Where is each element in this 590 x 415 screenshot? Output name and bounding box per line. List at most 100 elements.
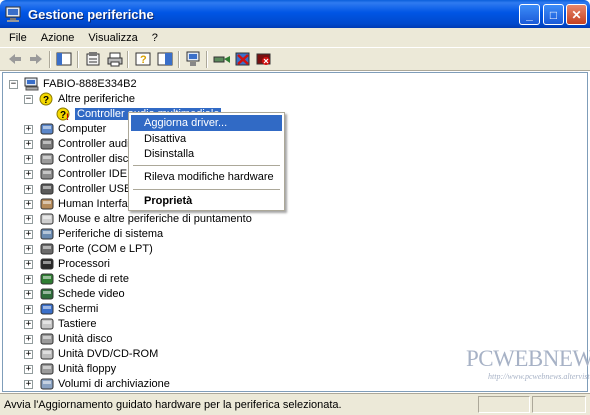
tree-item-category[interactable]: Mouse e altre periferiche di puntamento [39,211,252,226]
unknown-device-icon: ? [39,92,55,106]
tree-root-label: FABIO-888E334B2 [43,77,137,90]
menu-uninstall[interactable]: Disinstalla [131,146,282,162]
toolbar-separator [127,51,129,68]
other-devices-expander[interactable]: − [24,95,33,104]
disk-drive-icon [39,332,55,346]
tree-item-category[interactable]: Computer [39,121,106,136]
menu-update-driver[interactable]: Aggiorna driver... [131,115,282,131]
disable-icon[interactable] [255,51,273,67]
category-expander[interactable]: + [24,155,33,164]
tree-item-category[interactable]: Schede video [39,286,125,301]
video-card-icon [39,287,55,301]
context-menu: Aggiorna driver... Disattiva Disinstalla… [128,112,285,211]
tree-item-category[interactable]: Schermi [39,301,98,316]
properties-icon[interactable] [84,51,102,67]
device-tree[interactable]: − FABIO-888E334B2 − ? Altre periferiche … [2,72,588,392]
minimize-button[interactable]: _ [519,4,540,25]
system-devices-icon [39,227,55,241]
menu-properties[interactable]: Proprietà [131,193,282,209]
category-expander[interactable]: + [24,260,33,269]
toolbar-separator [178,51,180,68]
monitor-icon [39,302,55,316]
category-expander[interactable]: + [24,215,33,224]
tree-item-other-devices[interactable]: ? Altre periferiche [39,91,135,106]
category-expander[interactable]: + [24,275,33,284]
menu-disable[interactable]: Disattiva [131,131,282,147]
tree-item-label: Schermi [58,302,99,315]
toolbar-separator [77,51,79,68]
tree-item-label: Processori [58,257,110,270]
processor-icon [39,257,55,271]
tree-item-category[interactable]: Unità floppy [39,361,116,376]
tree-item-category[interactable]: Schede di rete [39,271,129,286]
close-button[interactable]: ✕ [566,4,587,25]
category-expander[interactable]: + [24,290,33,299]
scan-hardware-icon[interactable] [184,51,202,67]
floppy-controller-icon [39,152,55,166]
category-expander[interactable]: + [24,170,33,179]
menu-separator [133,189,280,190]
computer-icon [39,122,55,136]
dvd-drive-icon [39,347,55,361]
print-icon[interactable] [106,51,124,67]
keyboard-icon [39,317,55,331]
watermark-title: PCWEBNEWS [466,346,590,371]
tree-item-label: Computer [58,122,107,135]
back-arrow-icon[interactable] [6,51,24,67]
tree-item-category[interactable]: Unità DVD/CD-ROM [39,346,158,361]
category-expander[interactable]: + [24,185,33,194]
menu-file[interactable]: File [0,32,34,44]
tree-item-category[interactable]: Unità disco [39,331,112,346]
ide-controller-icon [39,167,55,181]
tree-item-category[interactable]: Periferiche di sistema [39,226,163,241]
root-expander[interactable]: − [9,80,18,89]
category-expander[interactable]: + [24,245,33,254]
tree-item-label: Periferiche di sistema [58,227,164,240]
toolbar-separator [49,51,51,68]
category-expander[interactable]: + [24,350,33,359]
status-bar: Avvia l'Aggiornamento guidato hardware p… [0,393,590,415]
console-view-icon[interactable] [156,51,174,67]
tree-item-category[interactable]: Volumi di archiviazione [39,376,170,391]
tree-root[interactable]: FABIO-888E334B2 [24,76,137,91]
window-title: Gestione periferiche [28,6,154,22]
ports-icon [39,242,55,256]
category-expander[interactable]: + [24,335,33,344]
category-expander[interactable]: + [24,125,33,134]
menu-visualizza[interactable]: Visualizza [81,32,144,44]
category-expander[interactable]: + [24,365,33,374]
maximize-button[interactable]: □ [543,4,564,25]
tree-item-category[interactable]: Processori [39,256,110,271]
computer-icon [24,77,40,91]
category-expander[interactable]: + [24,230,33,239]
tree-item-category[interactable]: Porte (COM e LPT) [39,241,153,256]
title-bar[interactable]: Gestione periferiche _ □ ✕ [0,0,590,28]
tree-item-category[interactable]: Tastiere [39,316,97,331]
tree-item-label: Altre periferiche [58,92,136,105]
menu-scan-hardware[interactable]: Rileva modifiche hardware [131,169,282,185]
tree-item-label: Schede di rete [58,272,129,285]
category-expander[interactable]: + [24,380,33,389]
menu-help[interactable]: ? [145,32,165,44]
update-driver-icon[interactable] [213,51,231,67]
tree-item-label: Unità floppy [58,362,117,375]
network-card-icon [39,272,55,286]
help-icon[interactable]: ? [134,51,152,67]
forward-arrow-icon[interactable] [27,51,45,67]
uninstall-icon[interactable] [234,51,252,67]
category-expander[interactable]: + [24,305,33,314]
status-panel [532,396,586,413]
usb-controller-icon [39,182,55,196]
menu-azione[interactable]: Azione [34,32,82,44]
show-hide-tree-icon[interactable] [55,51,73,67]
audio-controller-icon [39,137,55,151]
category-expander[interactable]: + [24,140,33,149]
watermark-subtitle: http://www.pcwebnews.altervista.org [488,372,590,381]
tree-item-label: Tastiere [58,317,97,330]
category-expander[interactable]: + [24,200,33,209]
category-expander[interactable]: + [24,320,33,329]
unknown-device-warning-icon: ?! [56,107,72,122]
menu-bar: File Azione Visualizza ? [0,28,590,47]
hid-icon [39,197,55,211]
svg-text:!: ! [66,112,69,121]
